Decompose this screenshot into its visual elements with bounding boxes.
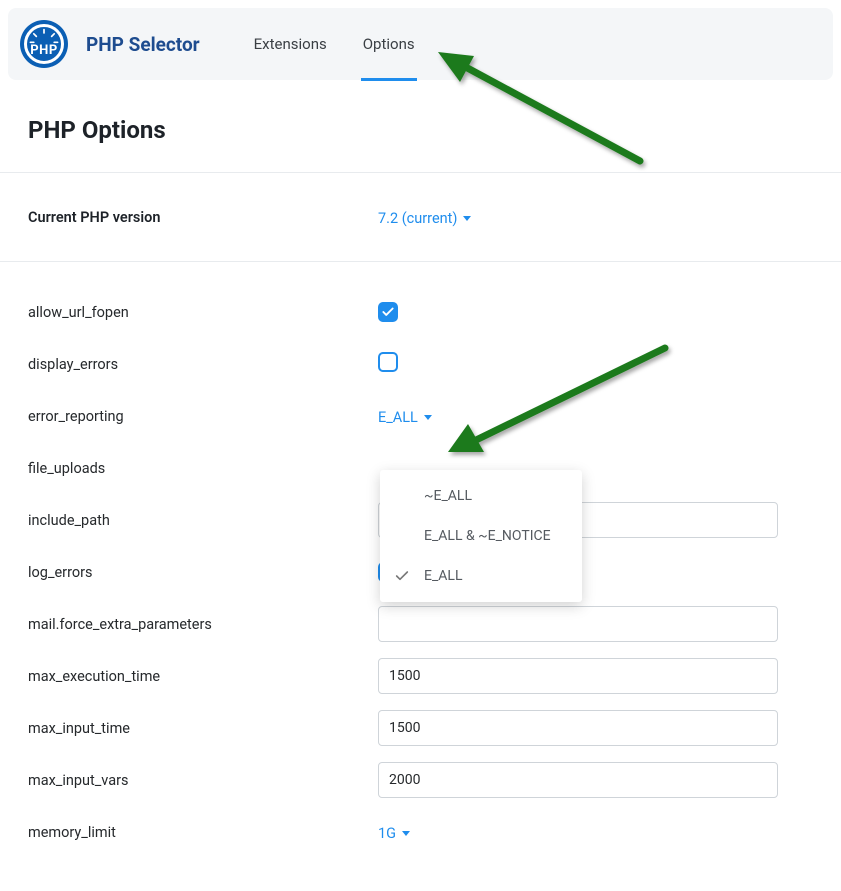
- page-title: PHP Options: [28, 116, 841, 144]
- select-value: E_ALL: [378, 409, 418, 426]
- option-row-mail-force-extra: mail.force_extra_parameters: [0, 598, 841, 650]
- select-error-reporting[interactable]: E_ALL: [378, 409, 432, 426]
- dropdown-item[interactable]: E_ALL & ~E_NOTICE: [380, 516, 582, 556]
- input-max-input-time[interactable]: [378, 710, 778, 746]
- tab-options[interactable]: Options: [363, 8, 415, 80]
- option-label: log_errors: [28, 564, 378, 581]
- app-title: PHP Selector: [86, 33, 200, 56]
- dropdown-item-selected[interactable]: E_ALL: [380, 556, 582, 596]
- input-max-input-vars[interactable]: [378, 762, 778, 798]
- select-memory-limit[interactable]: 1G: [378, 825, 410, 842]
- option-label: max_input_vars: [28, 772, 378, 789]
- option-label: error_reporting: [28, 408, 378, 425]
- option-row-display-errors: display_errors: [0, 338, 841, 390]
- option-label: max_execution_time: [28, 668, 378, 685]
- checkbox-display-errors[interactable]: [378, 352, 398, 372]
- input-max-execution-time[interactable]: [378, 658, 778, 694]
- tabs: Extensions Options: [254, 8, 415, 80]
- current-version-label: Current PHP version: [28, 209, 378, 226]
- header-bar: PHP PHP Selector Extensions Options: [8, 8, 833, 80]
- current-version-select[interactable]: 7.2 (current): [378, 210, 471, 227]
- option-label: display_errors: [28, 356, 378, 373]
- option-row-max-execution-time: max_execution_time: [0, 650, 841, 702]
- option-label: memory_limit: [28, 824, 378, 841]
- checkbox-allow-url-fopen[interactable]: [378, 302, 398, 322]
- dropdown-item[interactable]: ~E_ALL: [380, 476, 582, 516]
- current-version-row: Current PHP version 7.2 (current): [0, 173, 841, 261]
- input-mail-force-extra[interactable]: [378, 606, 778, 642]
- chevron-down-icon: [463, 216, 471, 221]
- option-row-memory-limit: memory_limit 1G: [0, 806, 841, 858]
- select-value: 1G: [378, 825, 396, 842]
- option-row-max-input-vars: max_input_vars: [0, 754, 841, 806]
- dropdown-error-reporting: ~E_ALL E_ALL & ~E_NOTICE E_ALL: [380, 470, 582, 602]
- option-row-allow-url-fopen: allow_url_fopen: [0, 286, 841, 338]
- option-label: file_uploads: [28, 460, 378, 477]
- option-label: allow_url_fopen: [28, 304, 378, 321]
- php-logo-icon: PHP: [20, 20, 68, 68]
- tab-extensions[interactable]: Extensions: [254, 8, 327, 80]
- chevron-down-icon: [424, 415, 432, 420]
- chevron-down-icon: [402, 831, 410, 836]
- option-label: mail.force_extra_parameters: [28, 616, 378, 633]
- check-icon: [394, 568, 410, 584]
- option-label: max_input_time: [28, 720, 378, 737]
- check-icon: [381, 305, 395, 319]
- option-label: include_path: [28, 512, 378, 529]
- option-row-error-reporting: error_reporting E_ALL: [0, 390, 841, 442]
- dropdown-item-label: E_ALL: [424, 568, 463, 584]
- option-row-max-input-time: max_input_time: [0, 702, 841, 754]
- current-version-value: 7.2 (current): [378, 210, 457, 227]
